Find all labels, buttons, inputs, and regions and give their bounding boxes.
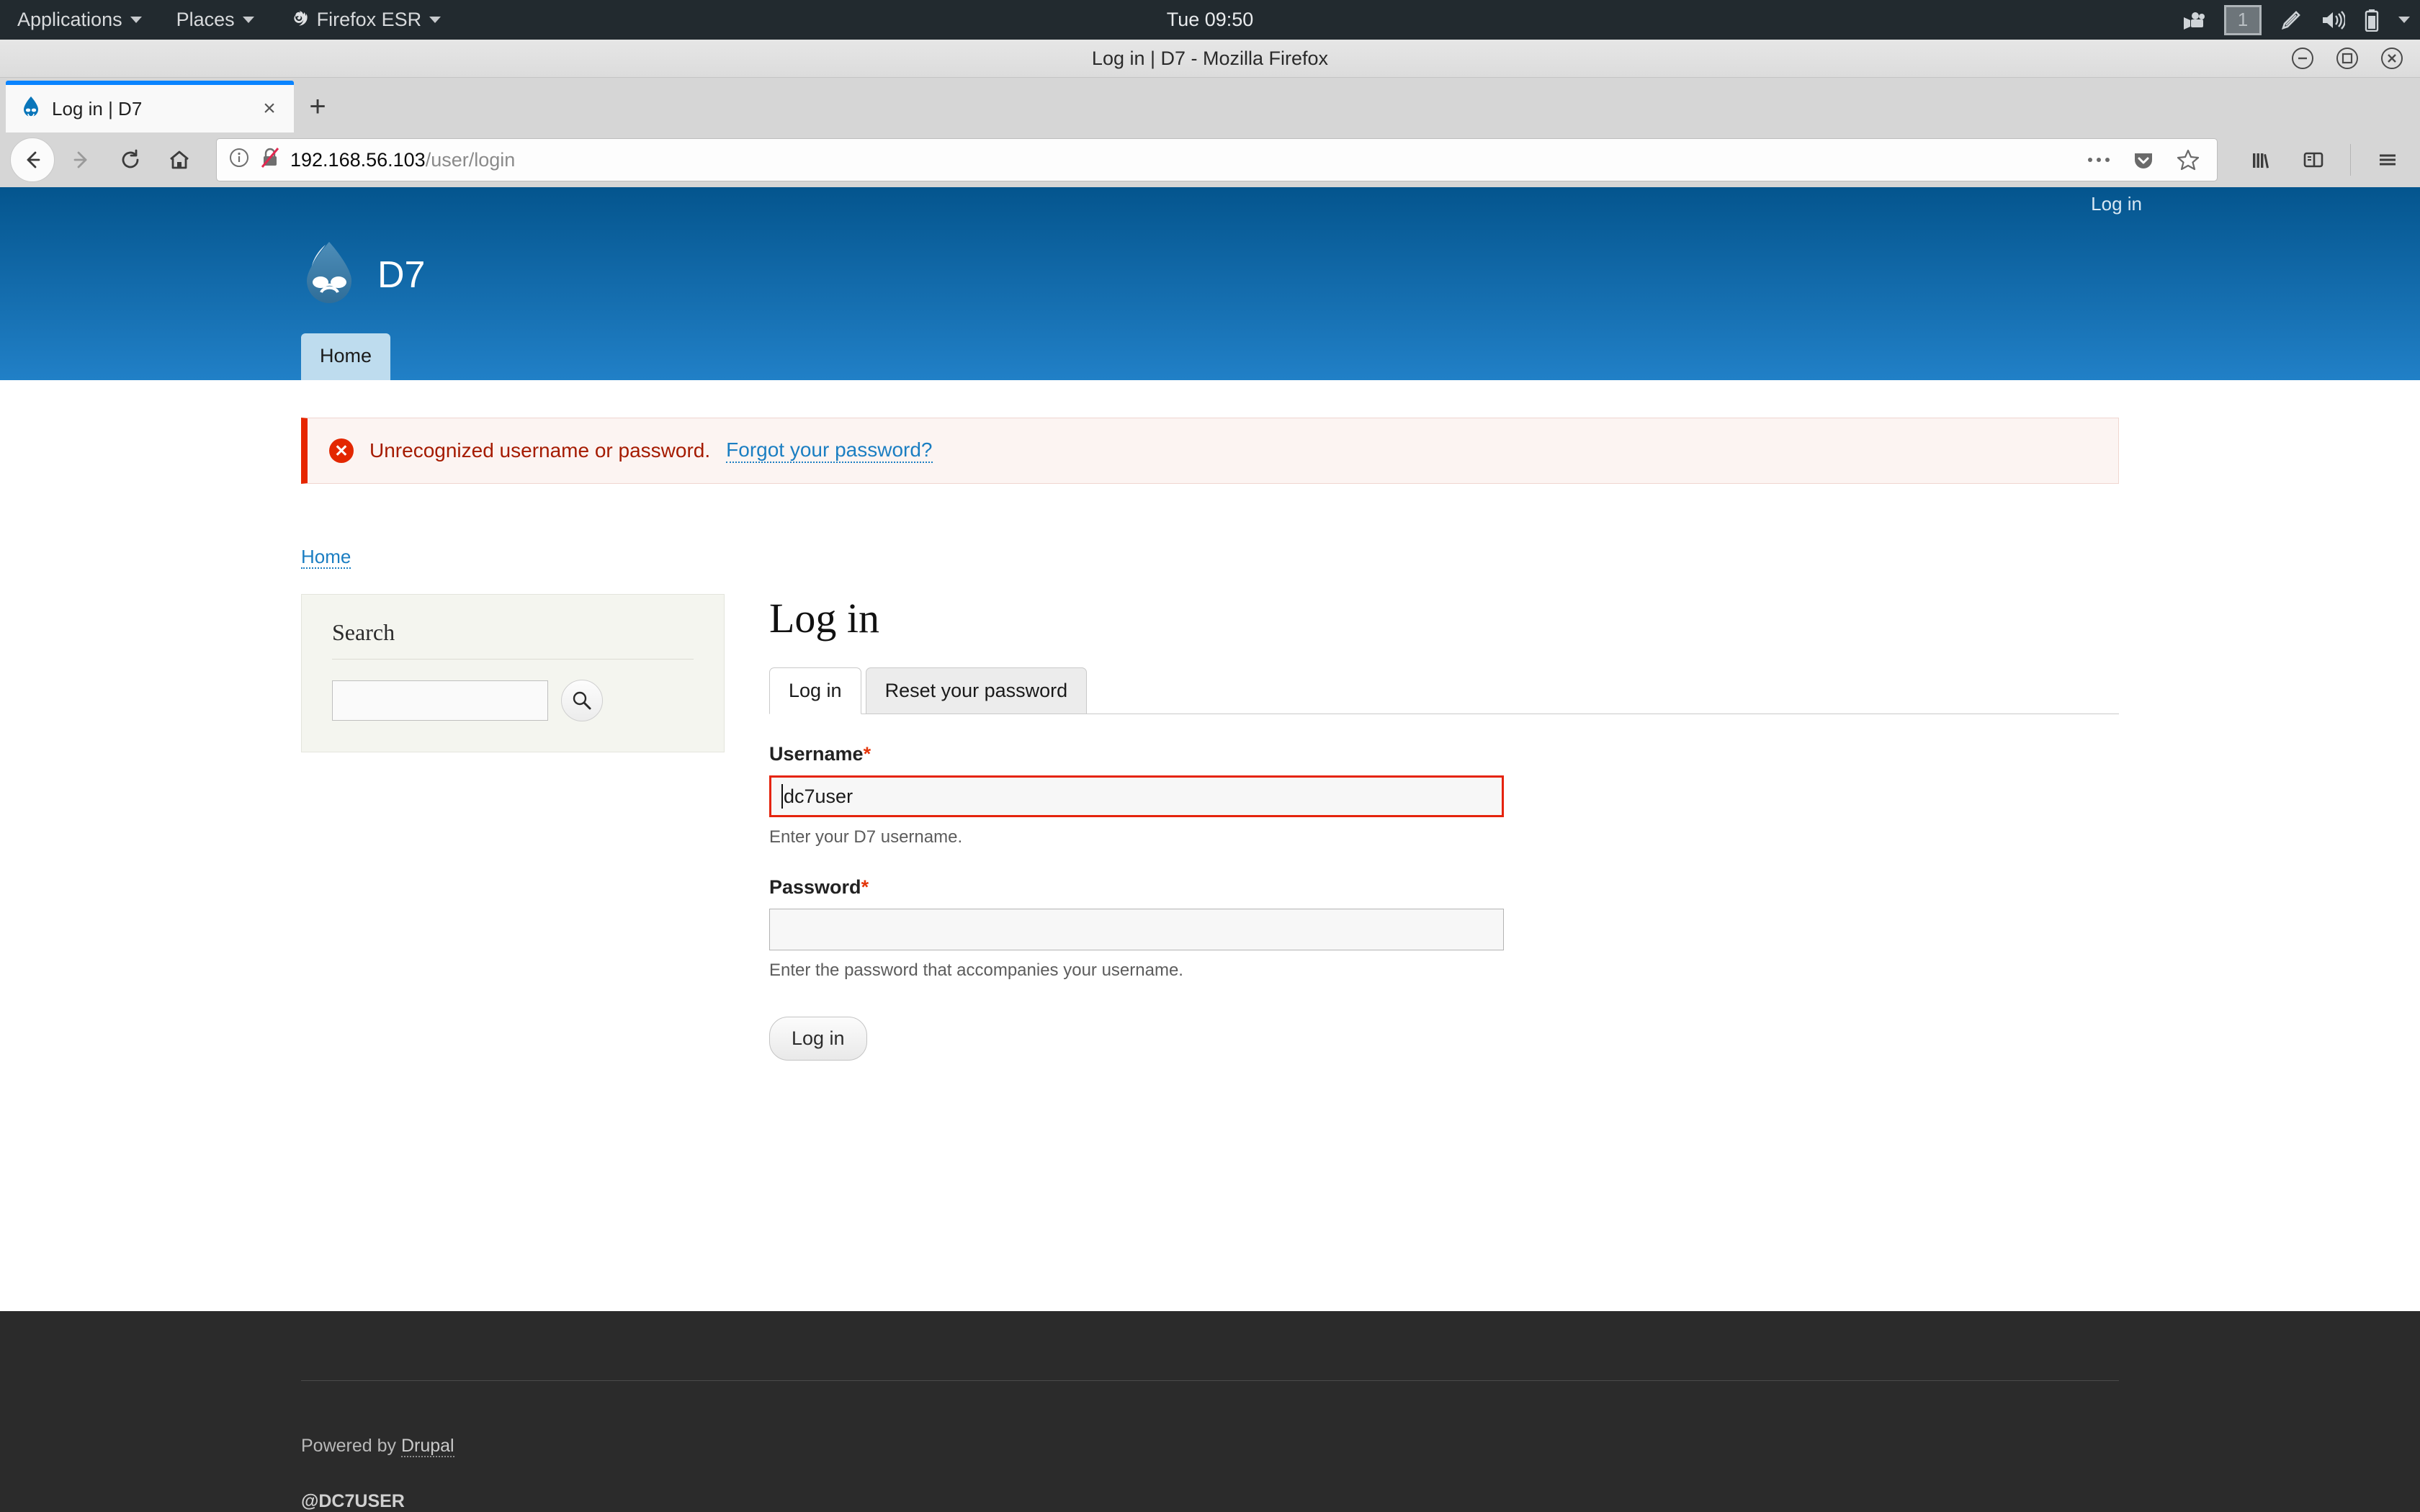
window-controls bbox=[2290, 46, 2404, 71]
maximize-icon[interactable] bbox=[2335, 46, 2360, 71]
toolbar-separator bbox=[2350, 144, 2351, 176]
form-tabs: Log in Reset your password bbox=[769, 667, 2119, 714]
main-columns: Search Log in Log in Reset your password… bbox=[301, 594, 2119, 1061]
password-label: Password bbox=[769, 876, 861, 898]
forgot-password-link[interactable]: Forgot your password? bbox=[726, 438, 933, 463]
url-bar[interactable]: 192.168.56.103/user/login bbox=[216, 138, 2218, 181]
sidebar-first: Search bbox=[301, 594, 725, 1061]
firefox-esr-label: Firefox ESR bbox=[316, 9, 422, 30]
username-description: Enter your D7 username. bbox=[769, 827, 963, 847]
search-form bbox=[332, 680, 694, 721]
window-titlebar: Log in | D7 - Mozilla Firefox bbox=[0, 40, 2420, 78]
drupal-link[interactable]: Drupal bbox=[400, 1436, 454, 1457]
menu-firefox-esr[interactable]: Firefox ESR bbox=[272, 0, 459, 40]
page-title: Log in bbox=[769, 595, 880, 642]
chevron-down-icon bbox=[429, 17, 442, 23]
required-marker: * bbox=[861, 876, 869, 898]
content-bottom-spacer bbox=[0, 1061, 2420, 1135]
new-tab-button[interactable]: + bbox=[294, 81, 341, 132]
site-name: D7 bbox=[377, 253, 426, 296]
error-icon: ✕ bbox=[329, 438, 354, 463]
main-content: Log in Log in Reset your password Userna… bbox=[769, 594, 2119, 1061]
site-footer: Powered by Drupal @DC7USER bbox=[0, 1311, 2420, 1512]
tab-log-in[interactable]: Log in bbox=[769, 667, 861, 714]
gnome-top-panel: Applications Places Firefox ESR Tue 09:5… bbox=[0, 0, 2420, 40]
window-title: Log in | D7 - Mozilla Firefox bbox=[1091, 47, 1329, 69]
main-menu-item-home[interactable]: Home bbox=[301, 333, 391, 380]
navigation-toolbar: 192.168.56.103/user/login bbox=[0, 132, 2420, 187]
breadcrumb-item-home[interactable]: Home bbox=[301, 546, 351, 569]
system-clock[interactable]: Tue 09:50 bbox=[1167, 9, 1254, 31]
ellipsis-icon[interactable] bbox=[2081, 143, 2116, 177]
browser-tab[interactable]: Log in | D7 × bbox=[6, 81, 294, 132]
username-label: Username bbox=[769, 743, 864, 765]
user-bar: Log in bbox=[0, 187, 2420, 220]
content-area: ✕ Unrecognized username or password. For… bbox=[0, 380, 2420, 1311]
login-submit-button[interactable]: Log in bbox=[769, 1017, 867, 1061]
close-icon[interactable] bbox=[2380, 46, 2404, 71]
workspace-indicator[interactable]: 1 bbox=[2224, 4, 2262, 35]
username-value: dc7user bbox=[784, 785, 853, 807]
url-text: 192.168.56.103/user/login bbox=[290, 148, 516, 171]
info-icon[interactable] bbox=[228, 147, 250, 174]
firefox-window: Log in | D7 - Mozilla Firefox Log in | D… bbox=[0, 40, 2420, 1512]
lock-crossed-icon[interactable] bbox=[260, 147, 280, 174]
form-item-username: Username* dc7user Enter your D7 username… bbox=[769, 743, 2119, 847]
menu-applications[interactable]: Applications bbox=[0, 0, 159, 40]
home-button[interactable] bbox=[157, 138, 202, 182]
forward-button[interactable] bbox=[59, 138, 104, 182]
breadcrumb: Home bbox=[301, 546, 2119, 569]
site-branding[interactable]: D7 bbox=[0, 220, 2420, 309]
username-label-row: Username* bbox=[769, 743, 2119, 765]
password-input[interactable] bbox=[769, 909, 1504, 950]
toolbar-right-buttons bbox=[2232, 138, 2410, 182]
search-block-title: Search bbox=[332, 619, 694, 660]
star-icon[interactable] bbox=[2171, 143, 2205, 177]
search-block: Search bbox=[301, 594, 725, 752]
minimize-icon[interactable] bbox=[2290, 46, 2315, 71]
required-marker: * bbox=[863, 743, 871, 765]
site-header: Log in D7 Home bbox=[0, 187, 2420, 380]
pocket-icon[interactable] bbox=[2126, 143, 2161, 177]
powered-by: Powered by Drupal bbox=[301, 1436, 2119, 1457]
tab-reset-your-password[interactable]: Reset your password bbox=[865, 667, 1088, 714]
reload-button[interactable] bbox=[108, 138, 153, 182]
footer-user-handle: @DC7USER bbox=[301, 1491, 405, 1511]
menu-places[interactable]: Places bbox=[159, 0, 272, 40]
places-label: Places bbox=[176, 9, 235, 30]
text-cursor bbox=[781, 784, 783, 809]
tab-title: Log in | D7 bbox=[52, 97, 143, 120]
powered-by-prefix: Powered by bbox=[301, 1436, 401, 1456]
error-message-text: Unrecognized username or password. bbox=[369, 439, 711, 462]
system-tray: 1 bbox=[2181, 4, 2410, 35]
search-submit-button[interactable] bbox=[561, 680, 603, 721]
back-button[interactable] bbox=[10, 138, 55, 182]
tab-strip: Log in | D7 × + bbox=[0, 78, 2420, 132]
chevron-down-icon[interactable] bbox=[2398, 17, 2410, 23]
hamburger-menu-icon[interactable] bbox=[2365, 138, 2410, 182]
volume-icon[interactable] bbox=[2321, 10, 2345, 30]
sidebar-icon[interactable] bbox=[2291, 138, 2336, 182]
pen-icon[interactable] bbox=[2280, 9, 2302, 31]
password-label-row: Password* bbox=[769, 876, 2119, 899]
chevron-down-icon bbox=[242, 17, 254, 23]
drupal-droplet-icon bbox=[22, 96, 40, 122]
drupal-droplet-icon bbox=[301, 240, 357, 309]
battery-icon[interactable] bbox=[2364, 9, 2380, 32]
page-viewport: Log in D7 Home ✕ Unrecognized username o… bbox=[0, 187, 2420, 1512]
form-item-password: Password* Enter the password that accomp… bbox=[769, 876, 2119, 981]
password-description: Enter the password that accompanies your… bbox=[769, 960, 1183, 980]
applications-label: Applications bbox=[17, 9, 122, 30]
footer-divider: Powered by Drupal @DC7USER bbox=[301, 1380, 2119, 1512]
library-icon[interactable] bbox=[2239, 138, 2284, 182]
close-tab-icon[interactable]: × bbox=[256, 96, 282, 121]
camera-icon[interactable] bbox=[2181, 11, 2205, 30]
username-input[interactable]: dc7user bbox=[769, 775, 1504, 817]
user-bar-login-link[interactable]: Log in bbox=[2091, 193, 2142, 215]
search-input[interactable] bbox=[332, 680, 548, 721]
firefox-icon bbox=[289, 7, 309, 32]
chevron-down-icon bbox=[130, 17, 142, 23]
status-message-error: ✕ Unrecognized username or password. For… bbox=[301, 418, 2119, 484]
main-menu: Home bbox=[0, 309, 2420, 380]
